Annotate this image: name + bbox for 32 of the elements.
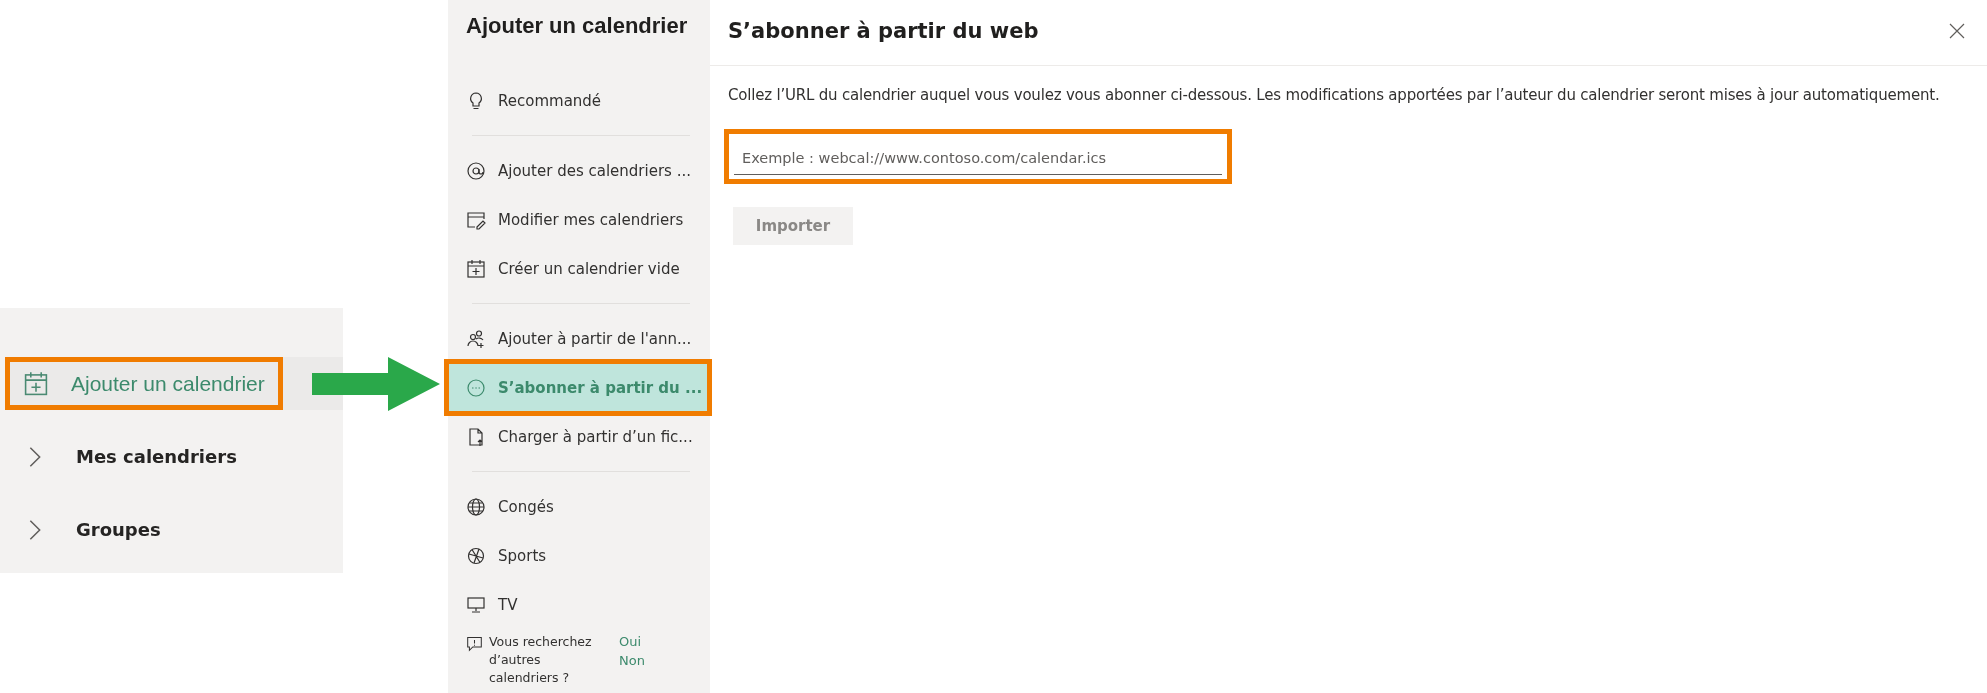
monitor-icon bbox=[466, 594, 486, 615]
nav-item[interactable]: Créer un calendrier vide bbox=[448, 244, 710, 293]
subscribe-icon bbox=[466, 377, 486, 398]
dialog-title: S’abonner à partir du web bbox=[728, 18, 1039, 43]
feedback-icon bbox=[466, 635, 483, 652]
globe-icon bbox=[466, 496, 486, 517]
calendar-edit-icon bbox=[466, 209, 486, 230]
nav-item[interactable]: Charger à partir d’un fic... bbox=[448, 412, 710, 461]
arrow-icon bbox=[312, 357, 440, 411]
calendar-icon bbox=[23, 370, 49, 397]
yes-link[interactable]: Oui bbox=[619, 633, 642, 652]
file-upload-icon bbox=[466, 426, 486, 447]
close-icon bbox=[1949, 22, 1965, 39]
nav-item[interactable]: Recommandé bbox=[448, 76, 710, 125]
people-add-icon bbox=[466, 328, 486, 349]
nav-title: Ajouter un calendrier bbox=[465, 12, 689, 40]
nav-item[interactable]: Ajouter à partir de l'ann... bbox=[448, 314, 710, 363]
nav-item[interactable]: TV bbox=[448, 580, 710, 629]
chevron-right-icon bbox=[28, 444, 42, 469]
calendar-icon bbox=[466, 258, 486, 279]
nav-item[interactable]: Congés bbox=[448, 482, 710, 531]
feedback-text: Vous recherchez d’autres calendriers ? bbox=[489, 633, 593, 688]
sidebar-item[interactable]: Mes calendriers bbox=[0, 430, 343, 483]
sidebar-item[interactable]: Groupes bbox=[0, 503, 343, 556]
description-text: Collez l’URL du calendrier auquel vous voulez vous abonner ci-dessous. Les modifications apportées par l’auteur du calendrier seront mises à jour automatiquement. bbox=[728, 86, 1941, 104]
ball-icon bbox=[466, 545, 486, 566]
nav-item[interactable]: Ajouter des calendriers ... bbox=[448, 146, 710, 195]
nav-item[interactable]: Sports bbox=[448, 531, 710, 580]
nav-item[interactable]: Modifier mes calendriers bbox=[448, 195, 710, 244]
at-sign-icon bbox=[466, 160, 486, 181]
no-link[interactable]: Non bbox=[619, 651, 645, 671]
chevron-right-icon bbox=[28, 517, 42, 542]
